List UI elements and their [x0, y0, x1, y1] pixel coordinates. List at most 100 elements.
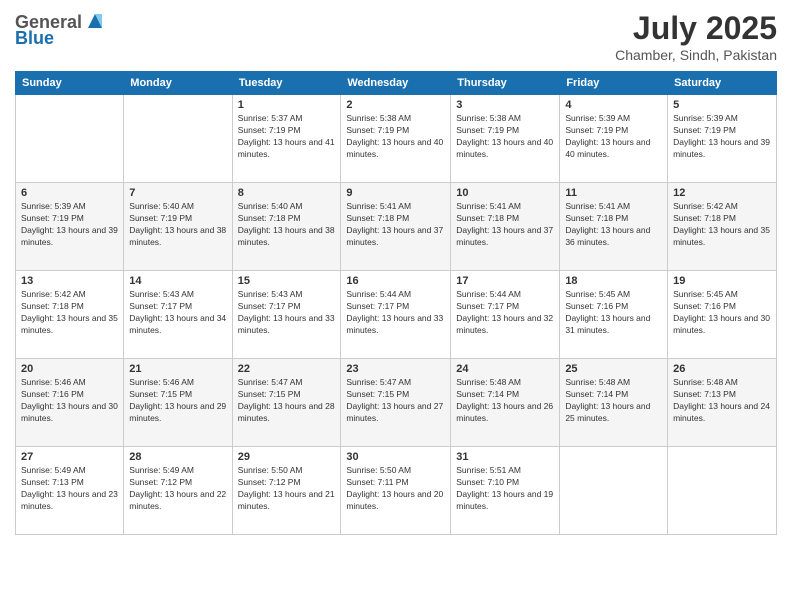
day-info: Sunrise: 5:44 AMSunset: 7:17 PMDaylight:…: [456, 289, 554, 337]
day-number: 17: [456, 275, 554, 287]
day-info: Sunrise: 5:46 AMSunset: 7:16 PMDaylight:…: [21, 377, 118, 425]
day-info: Sunrise: 5:45 AMSunset: 7:16 PMDaylight:…: [673, 289, 771, 337]
table-row: 16 Sunrise: 5:44 AMSunset: 7:17 PMDayligh…: [341, 271, 451, 359]
table-row: 28 Sunrise: 5:49 AMSunset: 7:12 PMDayligh…: [124, 447, 232, 535]
day-number: 9: [346, 187, 445, 199]
day-number: 25: [565, 363, 662, 375]
page-header: General Blue July 2025 Chamber, Sindh, P…: [15, 10, 777, 63]
day-number: 24: [456, 363, 554, 375]
day-number: 12: [673, 187, 771, 199]
calendar-title: July 2025: [615, 10, 777, 47]
day-info: Sunrise: 5:37 AMSunset: 7:19 PMDaylight:…: [238, 113, 336, 161]
day-number: 4: [565, 99, 662, 111]
day-info: Sunrise: 5:49 AMSunset: 7:12 PMDaylight:…: [129, 465, 226, 513]
day-info: Sunrise: 5:41 AMSunset: 7:18 PMDaylight:…: [456, 201, 554, 249]
table-row: 20 Sunrise: 5:46 AMSunset: 7:16 PMDayligh…: [16, 359, 124, 447]
day-number: 28: [129, 451, 226, 463]
table-row: 29 Sunrise: 5:50 AMSunset: 7:12 PMDayligh…: [232, 447, 341, 535]
table-row: 27Sunrise: 5:49 AMSunset: 7:13 PMDayligh…: [16, 447, 124, 535]
day-number: 14: [129, 275, 226, 287]
logo-blue: Blue: [15, 28, 54, 49]
day-number: 16: [346, 275, 445, 287]
day-info: Sunrise: 5:47 AMSunset: 7:15 PMDaylight:…: [346, 377, 445, 425]
table-row: 22 Sunrise: 5:47 AMSunset: 7:15 PMDayligh…: [232, 359, 341, 447]
calendar-week-row: 20 Sunrise: 5:46 AMSunset: 7:16 PMDayligh…: [16, 359, 777, 447]
day-number: 7: [129, 187, 226, 199]
day-info: Sunrise: 5:43 AMSunset: 7:17 PMDaylight:…: [238, 289, 336, 337]
day-info: Sunrise: 5:39 AMSunset: 7:19 PMDaylight:…: [673, 113, 771, 161]
day-number: 3: [456, 99, 554, 111]
table-row: 1Sunrise: 5:37 AMSunset: 7:19 PMDaylight…: [232, 95, 341, 183]
day-number: 18: [565, 275, 662, 287]
table-row: [16, 95, 124, 183]
day-number: 30: [346, 451, 445, 463]
table-row: 30 Sunrise: 5:50 AMSunset: 7:11 PMDayligh…: [341, 447, 451, 535]
calendar-table: Sunday Monday Tuesday Wednesday Thursday…: [15, 71, 777, 535]
day-number: 26: [673, 363, 771, 375]
calendar-week-row: 13Sunrise: 5:42 AMSunset: 7:18 PMDayligh…: [16, 271, 777, 359]
col-sunday: Sunday: [16, 72, 124, 95]
day-number: 15: [238, 275, 336, 287]
day-number: 29: [238, 451, 336, 463]
col-monday: Monday: [124, 72, 232, 95]
table-row: 8 Sunrise: 5:40 AMSunset: 7:18 PMDaylight…: [232, 183, 341, 271]
table-row: [668, 447, 777, 535]
day-info: Sunrise: 5:43 AMSunset: 7:17 PMDaylight:…: [129, 289, 226, 337]
logo: General Blue: [15, 10, 106, 49]
day-info: Sunrise: 5:39 AMSunset: 7:19 PMDaylight:…: [21, 201, 118, 249]
table-row: 4 Sunrise: 5:39 AMSunset: 7:19 PMDaylight…: [560, 95, 668, 183]
day-info: Sunrise: 5:38 AMSunset: 7:19 PMDaylight:…: [346, 113, 445, 161]
table-row: 2 Sunrise: 5:38 AMSunset: 7:19 PMDaylight…: [341, 95, 451, 183]
day-number: 23: [346, 363, 445, 375]
day-info: Sunrise: 5:42 AMSunset: 7:18 PMDaylight:…: [673, 201, 771, 249]
calendar-header-row: Sunday Monday Tuesday Wednesday Thursday…: [16, 72, 777, 95]
table-row: 17 Sunrise: 5:44 AMSunset: 7:17 PMDayligh…: [451, 271, 560, 359]
title-block: July 2025 Chamber, Sindh, Pakistan: [615, 10, 777, 63]
col-friday: Friday: [560, 72, 668, 95]
table-row: 26Sunrise: 5:48 AMSunset: 7:13 PMDayligh…: [668, 359, 777, 447]
table-row: 12 Sunrise: 5:42 AMSunset: 7:18 PMDayligh…: [668, 183, 777, 271]
table-row: 24Sunrise: 5:48 AMSunset: 7:14 PMDayligh…: [451, 359, 560, 447]
day-info: Sunrise: 5:39 AMSunset: 7:19 PMDaylight:…: [565, 113, 662, 161]
day-info: Sunrise: 5:50 AMSunset: 7:12 PMDaylight:…: [238, 465, 336, 513]
table-row: 31Sunrise: 5:51 AMSunset: 7:10 PMDayligh…: [451, 447, 560, 535]
table-row: 25 Sunrise: 5:48 AMSunset: 7:14 PMDayligh…: [560, 359, 668, 447]
day-info: Sunrise: 5:38 AMSunset: 7:19 PMDaylight:…: [456, 113, 554, 161]
day-number: 10: [456, 187, 554, 199]
day-info: Sunrise: 5:50 AMSunset: 7:11 PMDaylight:…: [346, 465, 445, 513]
day-info: Sunrise: 5:45 AMSunset: 7:16 PMDaylight:…: [565, 289, 662, 337]
day-info: Sunrise: 5:41 AMSunset: 7:18 PMDaylight:…: [565, 201, 662, 249]
table-row: 23 Sunrise: 5:47 AMSunset: 7:15 PMDayligh…: [341, 359, 451, 447]
calendar-week-row: 27Sunrise: 5:49 AMSunset: 7:13 PMDayligh…: [16, 447, 777, 535]
col-saturday: Saturday: [668, 72, 777, 95]
day-number: 8: [238, 187, 336, 199]
day-number: 27: [21, 451, 118, 463]
table-row: 11Sunrise: 5:41 AMSunset: 7:18 PMDayligh…: [560, 183, 668, 271]
table-row: 5 Sunrise: 5:39 AMSunset: 7:19 PMDaylight…: [668, 95, 777, 183]
calendar-week-row: 6 Sunrise: 5:39 AMSunset: 7:19 PMDaylight…: [16, 183, 777, 271]
day-info: Sunrise: 5:47 AMSunset: 7:15 PMDaylight:…: [238, 377, 336, 425]
table-row: 3 Sunrise: 5:38 AMSunset: 7:19 PMDaylight…: [451, 95, 560, 183]
col-thursday: Thursday: [451, 72, 560, 95]
table-row: 14 Sunrise: 5:43 AMSunset: 7:17 PMDayligh…: [124, 271, 232, 359]
calendar-week-row: 1Sunrise: 5:37 AMSunset: 7:19 PMDaylight…: [16, 95, 777, 183]
table-row: 15 Sunrise: 5:43 AMSunset: 7:17 PMDayligh…: [232, 271, 341, 359]
day-number: 22: [238, 363, 336, 375]
day-info: Sunrise: 5:40 AMSunset: 7:18 PMDaylight:…: [238, 201, 336, 249]
table-row: 21Sunrise: 5:46 AMSunset: 7:15 PMDayligh…: [124, 359, 232, 447]
day-number: 2: [346, 99, 445, 111]
day-info: Sunrise: 5:42 AMSunset: 7:18 PMDaylight:…: [21, 289, 118, 337]
table-row: 6 Sunrise: 5:39 AMSunset: 7:19 PMDaylight…: [16, 183, 124, 271]
day-number: 5: [673, 99, 771, 111]
table-row: 13Sunrise: 5:42 AMSunset: 7:18 PMDayligh…: [16, 271, 124, 359]
table-row: 7Sunrise: 5:40 AMSunset: 7:19 PMDaylight…: [124, 183, 232, 271]
day-number: 20: [21, 363, 118, 375]
day-info: Sunrise: 5:41 AMSunset: 7:18 PMDaylight:…: [346, 201, 445, 249]
day-info: Sunrise: 5:44 AMSunset: 7:17 PMDaylight:…: [346, 289, 445, 337]
day-info: Sunrise: 5:48 AMSunset: 7:14 PMDaylight:…: [565, 377, 662, 425]
day-number: 6: [21, 187, 118, 199]
calendar-location: Chamber, Sindh, Pakistan: [615, 47, 777, 63]
table-row: 19Sunrise: 5:45 AMSunset: 7:16 PMDayligh…: [668, 271, 777, 359]
day-number: 21: [129, 363, 226, 375]
day-number: 31: [456, 451, 554, 463]
